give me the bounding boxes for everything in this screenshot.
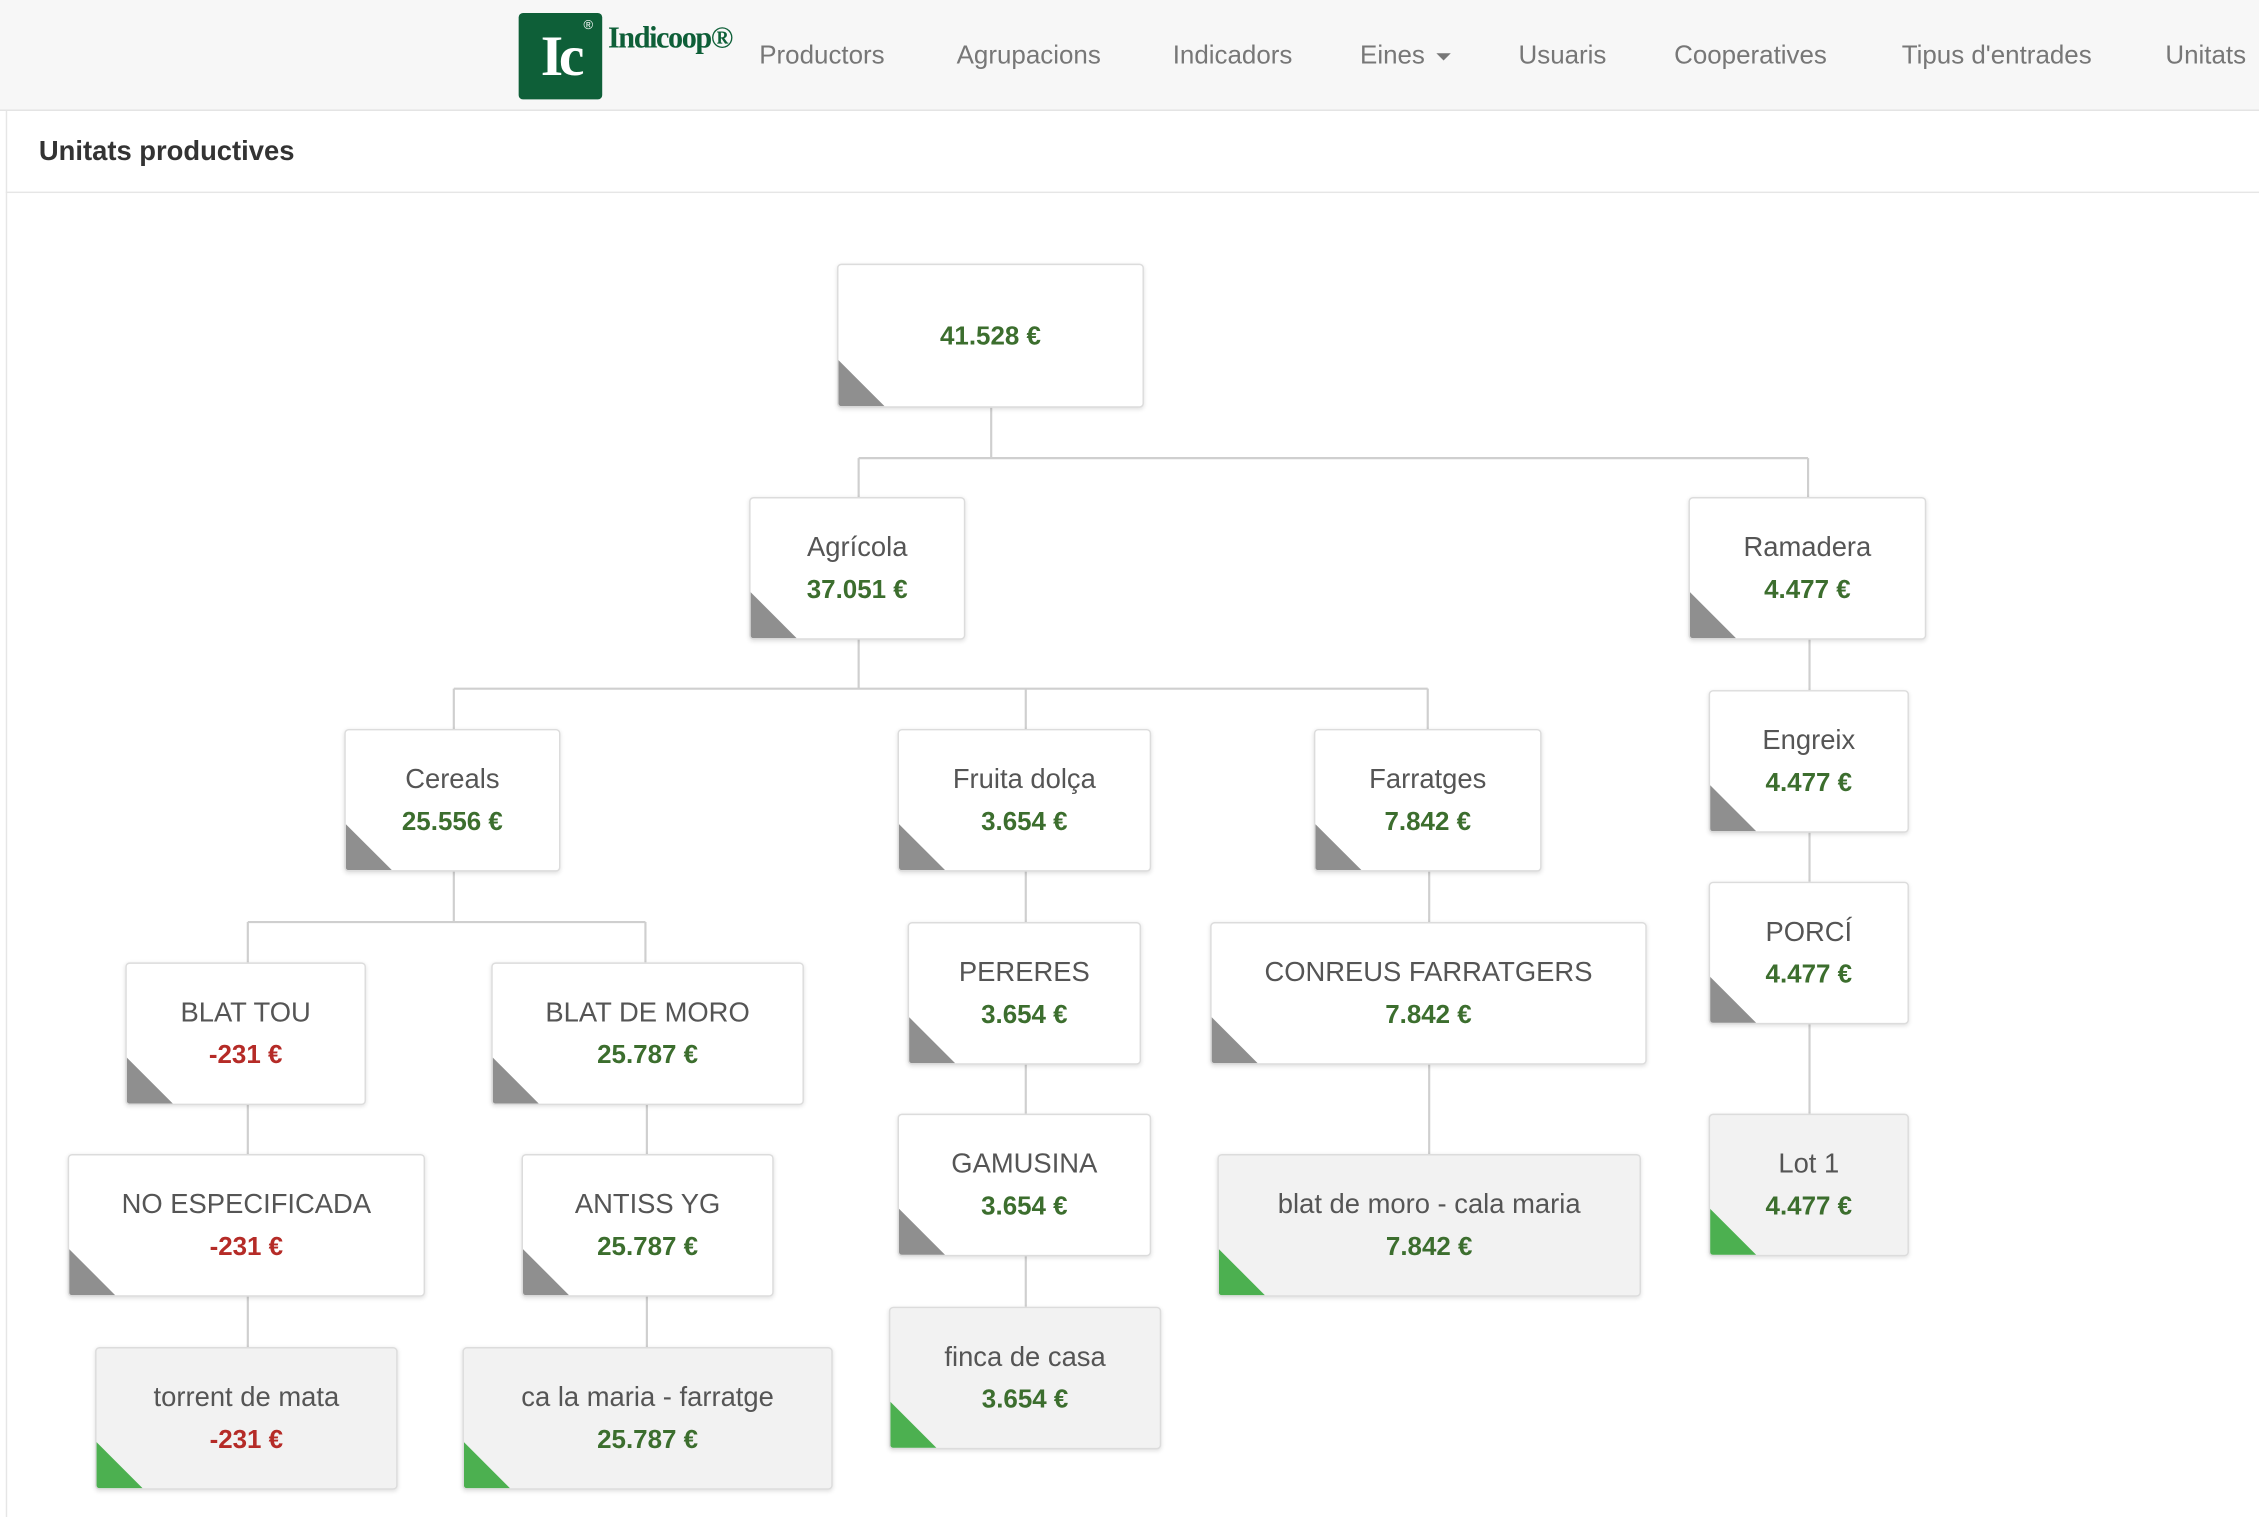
tree-node-blat-tou[interactable]: BLAT TOU -231 €	[125, 962, 366, 1106]
expand-marker-icon	[1710, 785, 1757, 832]
node-value: 7.842 €	[1385, 1231, 1473, 1260]
tree-node-root[interactable]: 41.528 €	[837, 263, 1144, 408]
node-name: PERERES	[958, 957, 1090, 988]
node-value: 7.842 €	[1385, 999, 1472, 1028]
node-value: 25.787 €	[597, 1039, 699, 1069]
tree-node-antiss-yg[interactable]: ANTISS YG 25.787 €	[521, 1154, 774, 1297]
node-name: Lot 1	[1778, 1148, 1840, 1180]
expand-marker-icon	[1710, 976, 1757, 1023]
tree-node-blat-de-moro[interactable]: BLAT DE MORO 25.787 €	[491, 962, 804, 1106]
tree-node-cereals[interactable]: Cereals 25.556 €	[344, 728, 561, 872]
node-name: Farratges	[1369, 764, 1487, 795]
leaf-marker-icon	[463, 1442, 511, 1489]
tree-leaf-ca-la-maria-farratge[interactable]: ca la maria - farratge 25.787 €	[462, 1347, 833, 1490]
tree-node-agricola[interactable]: Agrícola 37.051 €	[749, 497, 966, 640]
expand-marker-icon	[1689, 592, 1737, 639]
node-name: blat de moro - cala maria	[1277, 1189, 1581, 1220]
node-name: finca de casa	[944, 1342, 1106, 1373]
tree-node-conreus-farratgers[interactable]: CONREUS FARRATGERS 7.842 €	[1210, 922, 1647, 1065]
node-name: BLAT DE MORO	[545, 997, 750, 1028]
expand-marker-icon	[898, 824, 946, 871]
expand-marker-icon	[522, 1249, 570, 1296]
node-value: 25.787 €	[597, 1424, 699, 1453]
tree-leaf-torrent-de-mata[interactable]: torrent de mata -231 €	[95, 1347, 398, 1490]
node-name: Ramadera	[1743, 532, 1872, 563]
tree-leaf-lot-1[interactable]: Lot 1 4.477 €	[1708, 1113, 1909, 1257]
tree-node-engreix[interactable]: Engreix 4.477 €	[1708, 690, 1909, 833]
expand-marker-icon	[492, 1057, 539, 1104]
leaf-marker-icon	[1218, 1249, 1265, 1296]
node-name: BLAT TOU	[180, 997, 311, 1028]
node-name: CONREUS FARRATGERS	[1264, 957, 1593, 988]
tree-node-no-especificada[interactable]: NO ESPECIFICADA -231 €	[67, 1154, 426, 1297]
expand-marker-icon	[838, 360, 885, 407]
tree-leaf-finca-de-casa[interactable]: finca de casa 3.654 €	[888, 1306, 1162, 1450]
tree-node-pereres[interactable]: PERERES 3.654 €	[907, 922, 1142, 1065]
expand-marker-icon	[1211, 1017, 1258, 1064]
expand-marker-icon	[898, 1208, 946, 1255]
node-name: Agrícola	[806, 532, 908, 563]
connector-root	[857, 407, 1810, 498]
expand-marker-icon	[1315, 824, 1362, 871]
tree-node-farratges[interactable]: Farratges 7.842 €	[1313, 728, 1542, 872]
connector-cereals	[246, 871, 647, 963]
node-name: GAMUSINA	[951, 1148, 1098, 1180]
tree-node-ramadera[interactable]: Ramadera 4.477 €	[1688, 497, 1927, 640]
node-name: Engreix	[1762, 725, 1856, 756]
connector-agricola	[452, 639, 1429, 729]
leaf-marker-icon	[96, 1442, 143, 1489]
expand-marker-icon	[69, 1249, 116, 1296]
leaf-marker-icon	[890, 1401, 937, 1448]
tree-leaf-blat-de-moro-cala-maria[interactable]: blat de moro - cala maria 7.842 €	[1217, 1154, 1641, 1297]
node-name: ca la maria - farratge	[521, 1382, 774, 1413]
node-value: 41.528 €	[939, 321, 1041, 351]
node-name: torrent de mata	[153, 1382, 340, 1413]
expand-marker-icon	[126, 1057, 173, 1104]
node-name: NO ESPECIFICADA	[121, 1189, 372, 1220]
expand-marker-icon	[909, 1017, 956, 1064]
node-name: Cereals	[405, 764, 500, 795]
node-name: ANTISS YG	[574, 1189, 721, 1220]
leaf-marker-icon	[1710, 1208, 1757, 1255]
tree-node-gamusina[interactable]: GAMUSINA 3.654 €	[897, 1113, 1152, 1257]
node-name: Fruita dolça	[952, 764, 1096, 795]
tree-node-porci[interactable]: PORCÍ 4.477 €	[1708, 881, 1909, 1025]
node-name: PORCÍ	[1765, 917, 1853, 948]
expand-marker-icon	[345, 824, 392, 871]
tree-node-fruita-dolca[interactable]: Fruita dolça 3.654 €	[897, 728, 1152, 872]
node-value: -231 €	[209, 1231, 284, 1260]
expand-marker-icon	[750, 592, 797, 639]
